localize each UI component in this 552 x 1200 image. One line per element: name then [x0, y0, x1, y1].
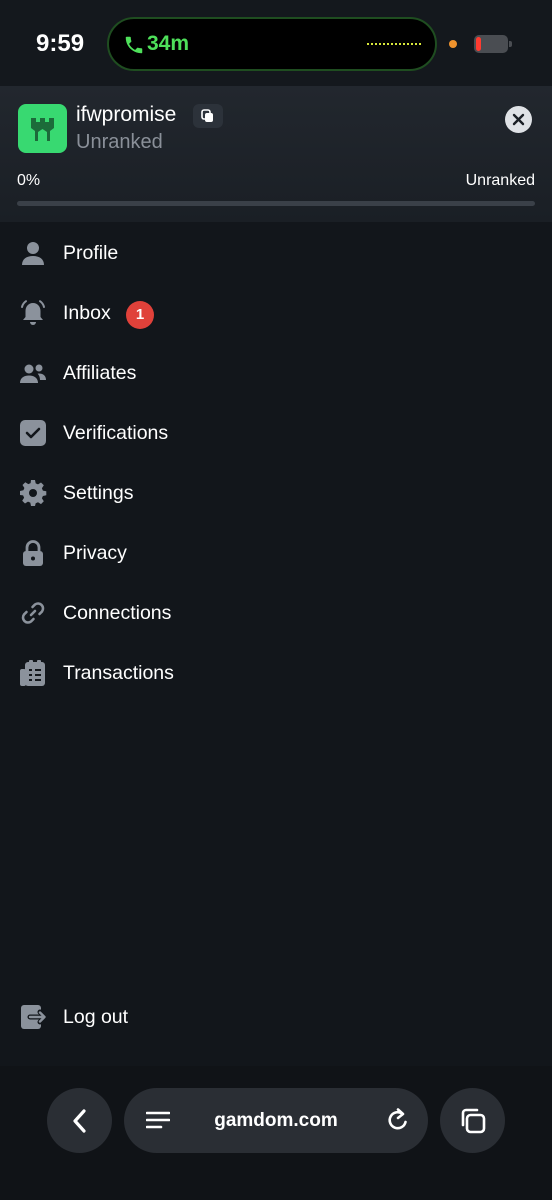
reload-icon[interactable] [386, 1108, 410, 1134]
close-button[interactable] [505, 106, 532, 133]
bell-icon [21, 300, 45, 325]
logout-button[interactable]: Log out [0, 988, 552, 1044]
castle-logo-icon [31, 118, 54, 141]
copy-username-button[interactable] [193, 104, 223, 128]
mic-indicator-dot [449, 40, 457, 48]
menu-item-connections[interactable]: Connections [0, 584, 552, 640]
back-button[interactable] [47, 1088, 112, 1153]
menu-item-inbox[interactable]: Inbox 1 [0, 284, 552, 340]
menu-item-affiliates[interactable]: Affiliates [0, 344, 552, 400]
menu-item-label: Transactions [63, 662, 174, 684]
gear-icon [20, 480, 47, 506]
tabs-button[interactable] [440, 1088, 505, 1153]
dynamic-island[interactable]: 34m [107, 17, 437, 71]
battery-icon [474, 35, 512, 53]
menu-item-label: Profile [63, 242, 119, 264]
copy-icon [201, 109, 213, 122]
rank-progress-bar [17, 201, 535, 206]
tabs-icon [461, 1108, 486, 1134]
browser-toolbar: gamdom.com [0, 1066, 552, 1200]
menu-item-privacy[interactable]: Privacy [0, 524, 552, 580]
users-icon [20, 364, 46, 383]
menu-item-label: Inbox [63, 302, 111, 324]
menu-item-label: Privacy [63, 542, 127, 564]
lock-icon [23, 540, 43, 566]
audio-wave-icon [367, 43, 421, 45]
menu-item-transactions[interactable]: Transactions [0, 644, 552, 700]
account-header: ifwpromise Unranked 0% Unranked [0, 86, 552, 222]
url-text: gamdom.com [214, 1110, 338, 1131]
unread-count-badge: 1 [126, 301, 154, 329]
menu-item-verifications[interactable]: Verifications [0, 404, 552, 460]
status-bar: 9:59 34m [0, 0, 552, 86]
progress-percent: 0% [17, 172, 41, 189]
rank-subtitle: Unranked [76, 131, 163, 153]
menu-item-label: Settings [63, 482, 134, 504]
logout-icon [21, 1005, 47, 1029]
menu-item-label: Affiliates [63, 362, 137, 384]
logout-label: Log out [63, 1006, 129, 1028]
receipt-icon [20, 660, 45, 686]
checkbox-icon [20, 420, 46, 446]
menu-item-label: Connections [63, 602, 172, 624]
chevron-left-icon [73, 1109, 86, 1133]
avatar [18, 104, 67, 153]
menu-item-profile[interactable]: Profile [0, 224, 552, 280]
phone-icon [125, 36, 143, 54]
clock: 9:59 [36, 30, 85, 57]
menu-item-settings[interactable]: Settings [0, 464, 552, 520]
close-icon [512, 113, 525, 126]
link-icon [21, 602, 45, 624]
next-rank-label: Unranked [465, 172, 535, 189]
user-icon [22, 242, 44, 265]
call-duration: 34m [147, 32, 190, 55]
menu-item-label: Verifications [63, 422, 169, 444]
username: ifwpromise [76, 103, 177, 126]
address-bar[interactable]: gamdom.com [124, 1088, 428, 1153]
